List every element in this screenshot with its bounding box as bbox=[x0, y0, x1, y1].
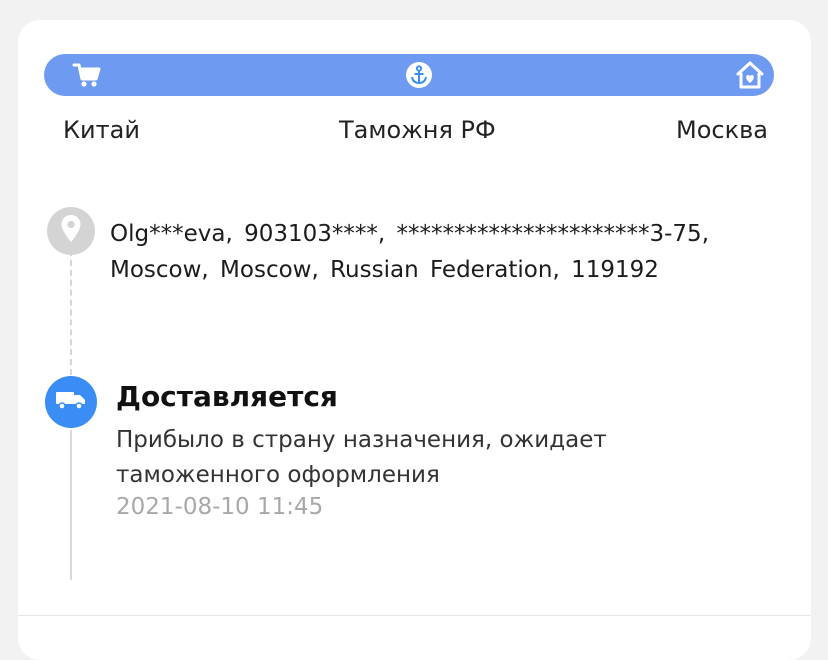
event-timestamp: 2021-08-10 11:45 bbox=[116, 494, 324, 520]
stage-origin-label: Китай bbox=[63, 116, 140, 144]
home-icon bbox=[733, 54, 767, 96]
stage-customs-label: Таможня РФ bbox=[339, 116, 496, 144]
truck-icon bbox=[55, 389, 87, 415]
divider bbox=[18, 615, 811, 616]
cart-icon bbox=[70, 54, 104, 96]
anchor-icon bbox=[402, 54, 436, 96]
timeline-dashed-connector bbox=[70, 250, 72, 375]
location-pin-marker bbox=[47, 207, 95, 255]
timeline-solid-connector bbox=[70, 430, 72, 580]
delivery-address: Olg***eva, 903103****, *****************… bbox=[110, 221, 710, 283]
stage-destination-label: Москва bbox=[676, 116, 768, 144]
delivery-status-marker bbox=[45, 376, 97, 428]
event-description: Прибыло в страну назначения, ожидает там… bbox=[116, 427, 607, 488]
event-status-title: Доставляется bbox=[116, 380, 338, 413]
shipment-progress-bar bbox=[44, 54, 774, 96]
location-pin-icon bbox=[60, 214, 82, 248]
